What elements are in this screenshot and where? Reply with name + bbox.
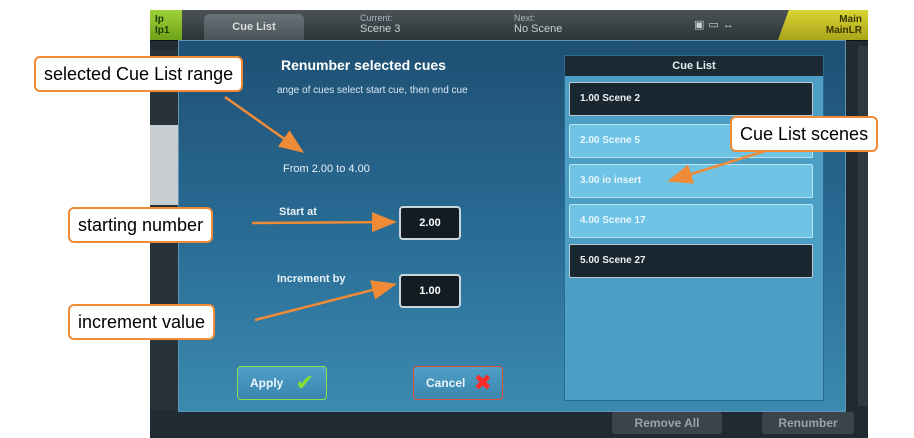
increment-arrow (254, 280, 397, 322)
annotation-cue-scenes: Cue List scenes (730, 116, 879, 152)
annotation-increment-value: increment value (68, 304, 216, 340)
starting-arrow (251, 212, 397, 233)
annotation-starting-number: starting number (68, 207, 214, 243)
annotation-range: selected Cue List range (34, 56, 244, 92)
scenes-arrow (667, 146, 776, 184)
range-arrow (224, 95, 305, 153)
